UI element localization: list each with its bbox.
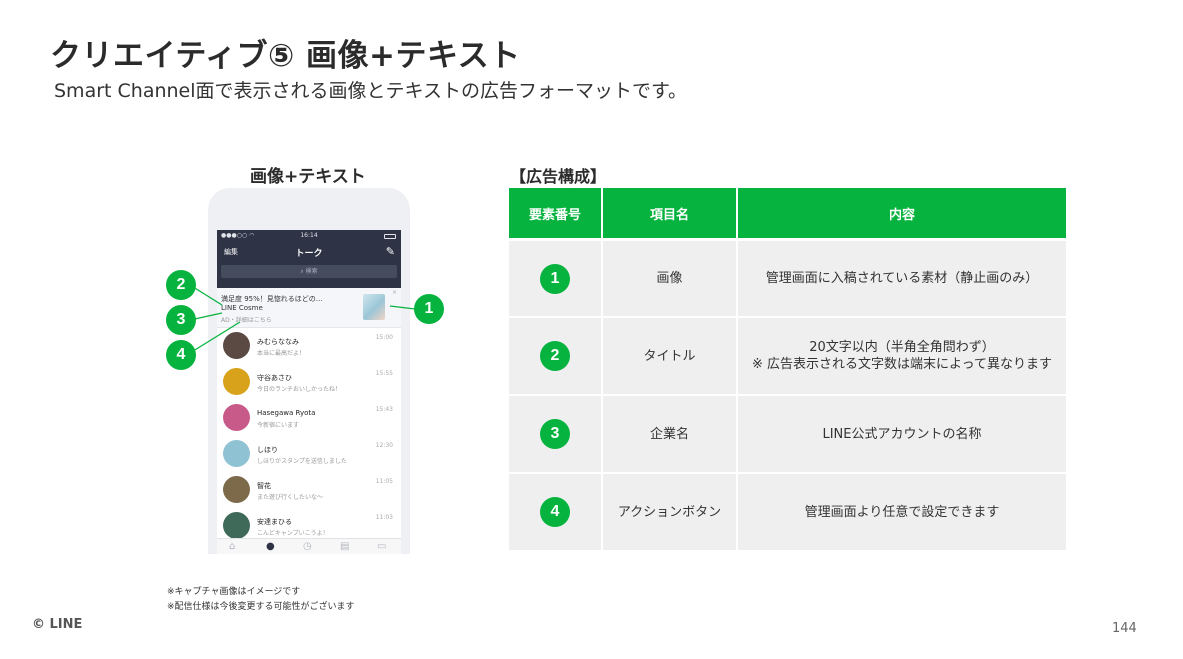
chat-message: また遊び行くしたいな〜 [257, 494, 324, 501]
ad-title: 満足度 95%！見惚れるほどの… [221, 295, 323, 303]
avatar [223, 404, 250, 431]
row-content-note: ※ 広告表示される文字数は端末によって異なります [752, 357, 1052, 372]
chat-name: Hasegawa Ryota [257, 409, 316, 417]
phone-screen: ●●●○○ ◠ 16:14 編集 トーク ✎ ⌕ 検索 満足度 95%！見惚れる… [217, 230, 401, 554]
row-content-cell: 管理画面に入稿されている素材（静止画のみ） [738, 238, 1066, 316]
table-caption: 【広告構成】 [510, 167, 607, 186]
table-header-row: 要素番号 項目名 内容 [509, 188, 1066, 238]
ad-image [363, 294, 385, 320]
row-content: LINE公式アカウントの名称 [822, 426, 982, 442]
number-badge: 4 [540, 497, 570, 527]
chat-time: 12:30 [375, 442, 393, 449]
row-item-cell: アクションボタン [603, 472, 738, 550]
chat-list-item[interactable]: しほりしほりがスタンプを送信しました 12:30 [217, 436, 401, 472]
table-row: 2 タイトル 20文字以内（半角全角問わず） ※ 広告表示される文字数は端末によっ… [509, 316, 1066, 394]
search-placeholder: 検索 [305, 268, 318, 275]
row-item-cell: 画像 [603, 238, 738, 316]
header-number: 要素番号 [509, 188, 603, 238]
status-bar: ●●●○○ ◠ 16:14 [217, 232, 401, 242]
chat-name: しほり [257, 446, 278, 454]
close-icon[interactable]: × [392, 289, 397, 296]
chat-message: 今日のランチおいしかったね！ [257, 386, 342, 393]
chat-time: 11:05 [375, 478, 393, 485]
marker-1: 1 [414, 294, 444, 324]
chat-message: 今新宿にいます [257, 422, 300, 429]
row-content-cell: 管理画面より任意で設定できます [738, 472, 1066, 550]
chat-message: こんどキャンプいこうよ！ [257, 530, 329, 537]
table-row: 3 企業名 LINE公式アカウントの名称 [509, 394, 1066, 472]
chat-name: みむらななみ [257, 338, 299, 346]
table-row: 1 画像 管理画面に入稿されている素材（静止画のみ） [509, 238, 1066, 316]
smart-channel-ad[interactable]: 満足度 95%！見惚れるほどの… LINE Cosme AD・詳細はこちら × [217, 288, 401, 328]
row-number-cell: 1 [509, 238, 603, 316]
ad-action-button[interactable]: AD・詳細はこちら [221, 315, 272, 324]
chat-time: 11:03 [375, 514, 393, 521]
phone-caption: 画像+テキスト [250, 167, 366, 187]
number-badge: 3 [540, 419, 570, 449]
chat-time: 15:43 [375, 406, 393, 413]
talk-title: トーク [295, 249, 323, 259]
row-content: 20文字以内（半角全角問わず） [809, 340, 995, 355]
chat-list-item[interactable]: 智花また遊び行くしたいな〜 11:05 [217, 472, 401, 508]
timeline-icon[interactable]: ◷ [303, 541, 312, 553]
search-input[interactable]: ⌕ 検索 [221, 265, 397, 278]
tab-bar: ⌂ ● ◷ ▤ ▭ [217, 538, 401, 554]
news-icon[interactable]: ▤ [340, 541, 349, 553]
chat-name: 智花 [257, 482, 271, 490]
row-item-cell: タイトル [603, 316, 738, 394]
chat-time: 15:00 [375, 334, 393, 341]
marker-2: 2 [166, 270, 196, 300]
ad-company-name: LINE Cosme [221, 304, 263, 312]
page-title: クリエイティブ⑤ 画像+テキスト [50, 38, 521, 74]
row-number-cell: 2 [509, 316, 603, 394]
avatar [223, 512, 250, 539]
line-logo: © LINE [32, 617, 83, 632]
signal-icon: ●●●○○ ◠ [221, 232, 255, 239]
phone-mockup: ●●●○○ ◠ 16:14 編集 トーク ✎ ⌕ 検索 満足度 95%！見惚れる… [208, 188, 410, 554]
avatar [223, 368, 250, 395]
header-item: 項目名 [603, 188, 738, 238]
note-capture: ※キャプチャ画像はイメージです [167, 587, 301, 597]
chat-icon[interactable]: ● [266, 541, 275, 553]
row-content: 管理画面より任意で設定できます [804, 504, 1000, 520]
ad-structure-table: 要素番号 項目名 内容 1 画像 管理画面に入稿されている素材（静止画のみ） 2… [509, 188, 1066, 550]
avatar [223, 332, 250, 359]
talk-header: ●●●○○ ◠ 16:14 編集 トーク ✎ ⌕ 検索 [217, 230, 401, 288]
row-content: 管理画面に入稿されている素材（静止画のみ） [765, 271, 1039, 286]
chat-list-item[interactable]: 守谷あさひ今日のランチおいしかったね！ 15:55 [217, 364, 401, 400]
header-content: 内容 [738, 188, 1066, 238]
row-item-cell: 企業名 [603, 394, 738, 472]
number-badge: 1 [540, 263, 570, 294]
marker-3: 3 [166, 305, 196, 335]
chat-list-item[interactable]: みむらななみ 本当に最高だよ！ 15:00 [217, 328, 401, 364]
row-number-cell: 3 [509, 394, 603, 472]
number-badge: 2 [540, 341, 570, 371]
battery-icon [384, 234, 396, 239]
row-number-cell: 4 [509, 472, 603, 550]
home-icon[interactable]: ⌂ [229, 541, 235, 553]
chat-time: 15:55 [375, 370, 393, 377]
note-spec: ※配信仕様は今後変更する可能性がございます [167, 602, 355, 612]
compose-icon[interactable]: ✎ [386, 245, 395, 258]
avatar [223, 476, 250, 503]
table-row: 4 アクションボタン 管理画面より任意で設定できます [509, 472, 1066, 550]
page-subtitle: Smart Channel面で表示される画像とテキストの広告フォーマットです。 [54, 80, 688, 102]
avatar [223, 440, 250, 467]
page-number: 144 [1112, 621, 1137, 636]
chat-message: 本当に最高だよ！ [257, 350, 306, 357]
row-content-cell: LINE公式アカウントの名称 [738, 394, 1066, 472]
marker-4: 4 [166, 340, 196, 370]
chat-name: 守谷あさひ [257, 374, 292, 382]
chat-list-item[interactable]: Hasegawa Ryota 今新宿にいます 15:43 [217, 400, 401, 436]
chat-message: しほりがスタンプを送信しました [257, 458, 347, 465]
status-time: 16:14 [300, 232, 318, 239]
wallet-icon[interactable]: ▭ [377, 541, 386, 553]
row-content-cell: 20文字以内（半角全角問わず） ※ 広告表示される文字数は端末によって異なります [738, 316, 1066, 394]
chat-name: 安達まひる [257, 518, 292, 526]
